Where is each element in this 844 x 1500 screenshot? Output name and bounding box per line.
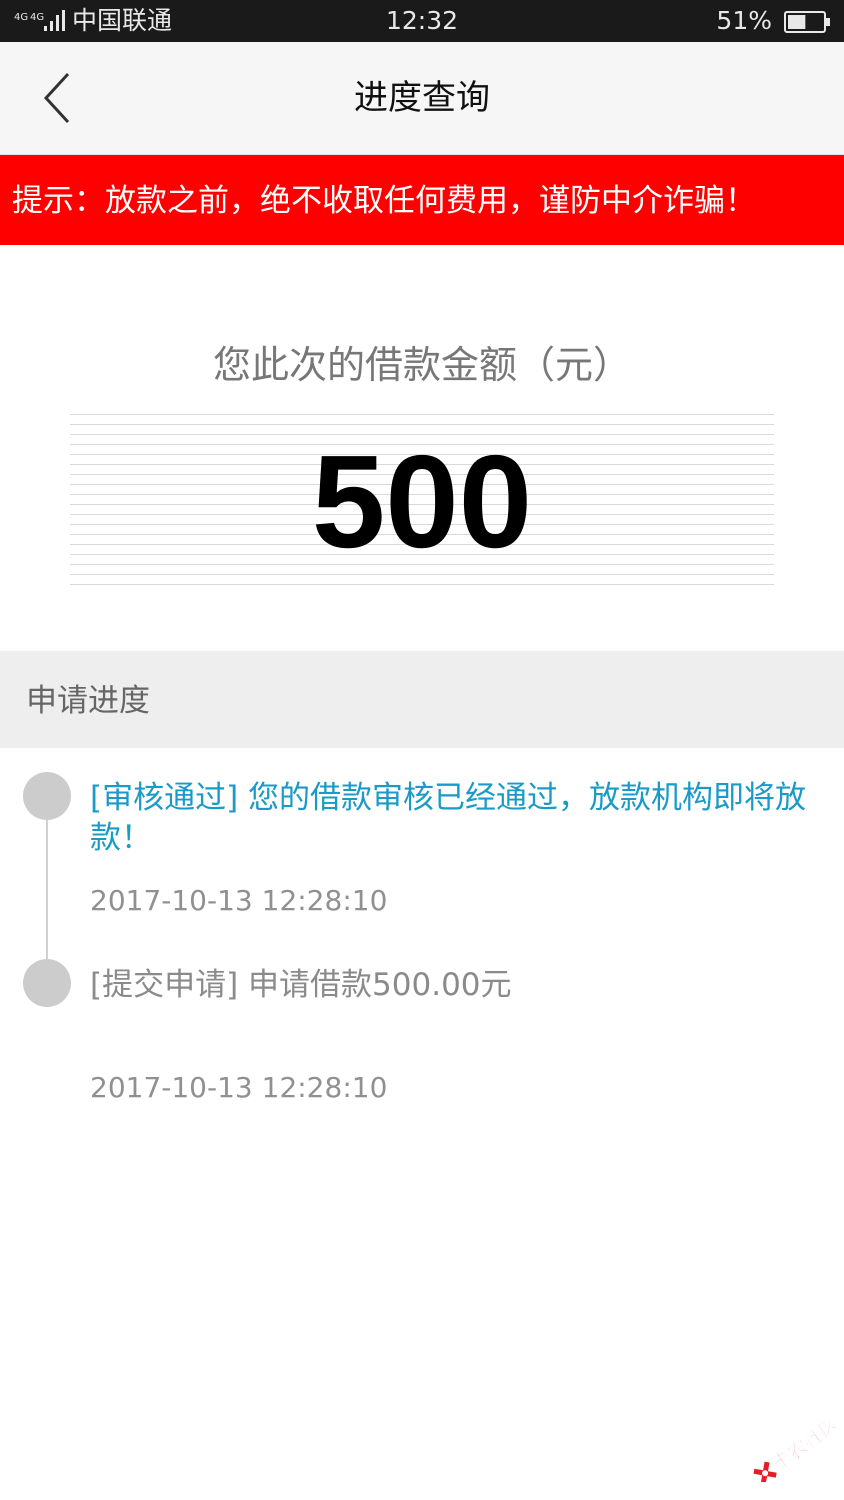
screen: 4G 4G 中国联通 12:32 51% 进度查询 提示：放款之前，绝不收取任何… [0, 0, 844, 1500]
progress-section-header: 申请进度 [0, 651, 844, 748]
timeline-event-time: 2017-10-13 12:28:10 [90, 884, 388, 917]
timeline-event-approved: [审核通过] 您的借款审核已经通过，放款机构即将放款！ [90, 780, 807, 856]
timeline-dot [23, 772, 71, 820]
watermark-logo: 卡农社区 [753, 1413, 836, 1482]
battery-icon [784, 11, 830, 33]
nav-bar: 进度查询 [0, 42, 844, 155]
timeline-event-submitted: [提交申请] 申请借款500.00元 [90, 967, 512, 1003]
page-title: 进度查询 [354, 78, 490, 118]
timeline-dot [23, 959, 71, 1007]
battery-percent: 51% [716, 6, 772, 35]
status-bar: 4G 4G 中国联通 12:32 51% [0, 0, 844, 42]
timeline-event-time: 2017-10-13 12:28:10 [90, 1071, 388, 1104]
loan-amount-value: 500 [311, 428, 533, 575]
svg-text:卡农社区: 卡农社区 [768, 1413, 836, 1475]
progress-section-label: 申请进度 [26, 683, 150, 719]
timeline-connector [46, 796, 48, 966]
loan-amount-label: 您此次的借款金额（元） [212, 343, 631, 387]
warning-banner: 提示：放款之前，绝不收取任何费用，谨防中介诈骗！ [0, 155, 844, 245]
warning-text: 提示：放款之前，绝不收取任何费用，谨防中介诈骗！ [12, 183, 756, 219]
